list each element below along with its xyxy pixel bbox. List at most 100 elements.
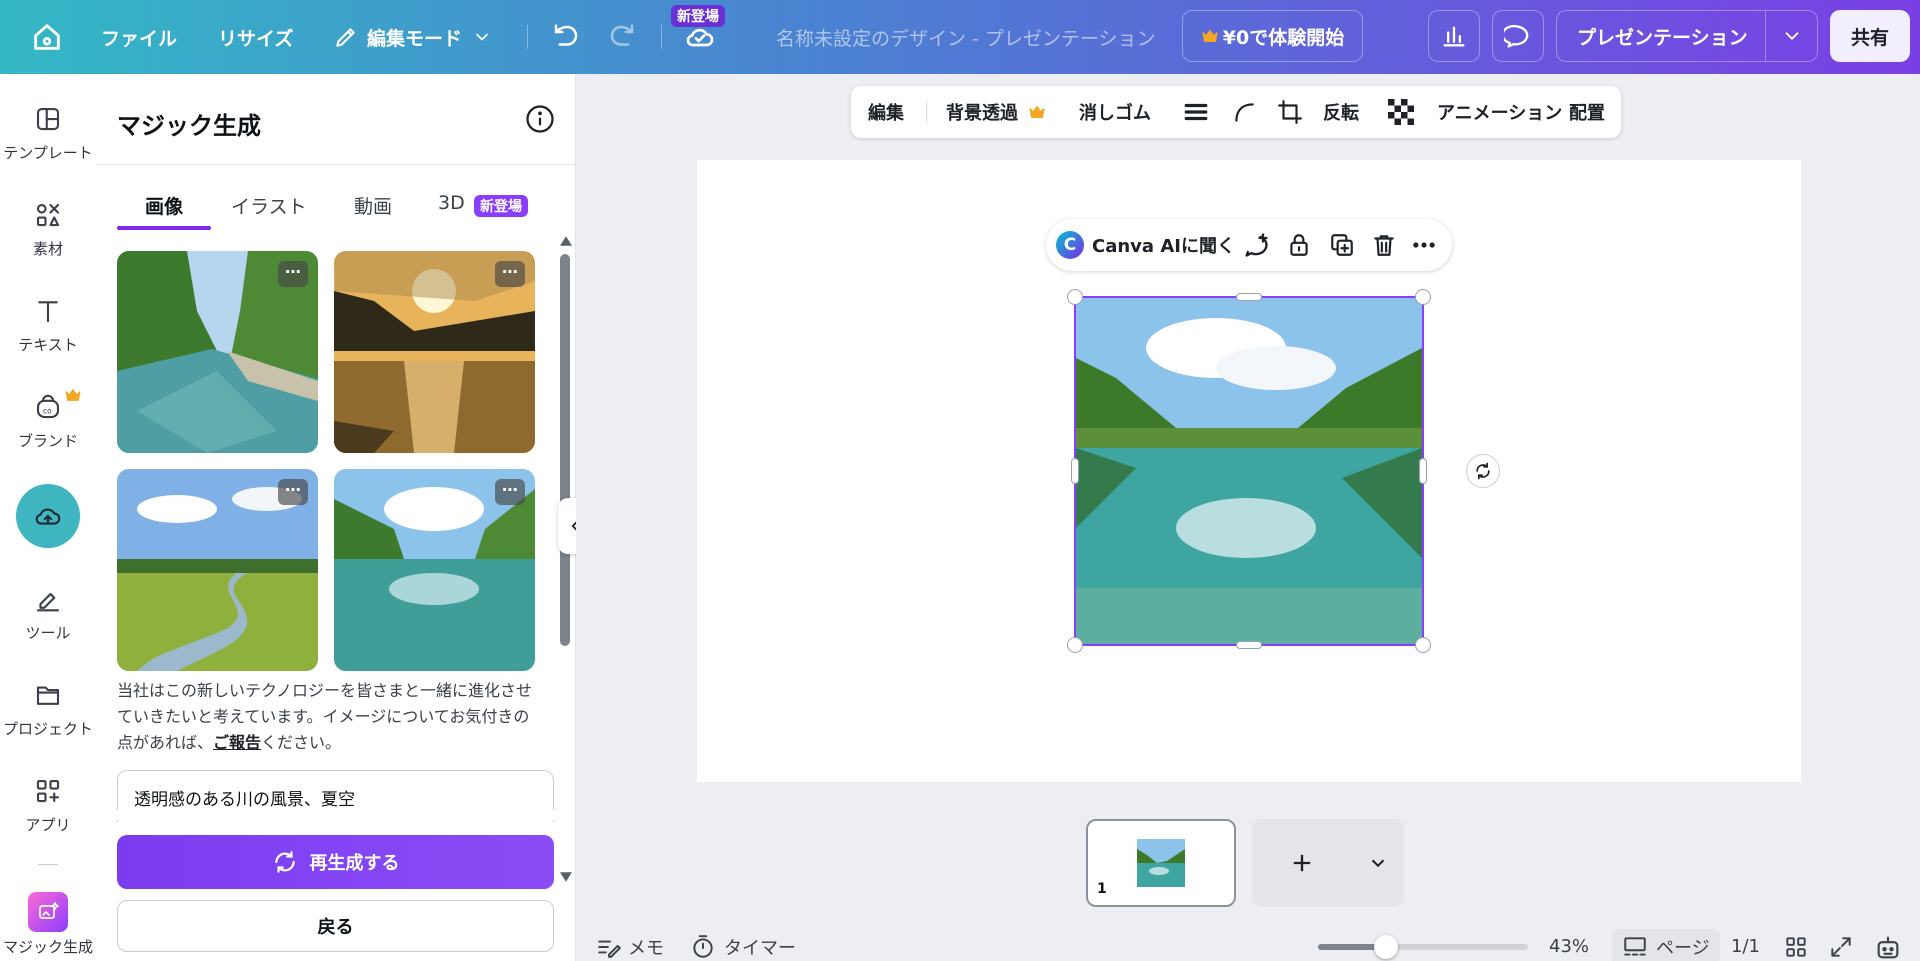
document-title[interactable]: 名称未設定のデザイン - プレゼンテーション — [776, 0, 1156, 74]
page-thumbnail[interactable]: 1 — [1086, 819, 1236, 907]
top-bar: ファイル リサイズ 編集モード 新登場 名称未設定のデザイン - プレゼンテーシ… — [0, 0, 1920, 74]
crop-button[interactable] — [1277, 86, 1303, 138]
scroll-down-icon[interactable] — [560, 872, 572, 882]
resize-handle-bl[interactable] — [1067, 637, 1083, 653]
nav-item-apps[interactable]: アプリ — [0, 776, 96, 835]
apps-icon — [36, 779, 60, 803]
lock-icon — [1290, 234, 1308, 256]
bg-remove-button[interactable]: 背景透過 — [946, 86, 1046, 138]
position-button[interactable]: 配置 — [1569, 86, 1605, 138]
share-button[interactable]: 共有 — [1830, 10, 1910, 62]
scroll-up-icon[interactable] — [560, 236, 572, 246]
folder-icon — [36, 686, 60, 705]
nav-item-magic-generate[interactable]: マジック生成 — [0, 892, 96, 957]
edit-mode-dropdown[interactable]: 編集モード — [333, 0, 492, 74]
tab-video[interactable]: 動画 — [354, 192, 392, 219]
uploads-button-bg — [16, 484, 80, 548]
pencil-icon — [336, 28, 355, 47]
nav-item-uploads[interactable] — [0, 484, 96, 548]
rotate-icon — [1476, 462, 1490, 480]
tab-illustration[interactable]: イラスト — [231, 192, 307, 219]
cloud-save-button[interactable] — [684, 0, 716, 74]
resize-handle-top[interactable] — [1236, 293, 1262, 301]
tab-3d[interactable]: 3D — [438, 192, 465, 214]
generated-image-1[interactable]: ⋯ — [117, 251, 318, 453]
redo-button[interactable] — [607, 0, 637, 74]
timer-button[interactable]: タイマー — [690, 934, 796, 960]
resize-handle-tr[interactable] — [1415, 289, 1431, 305]
trial-button[interactable]: ¥0で体験開始 — [1182, 10, 1363, 62]
add-comment-button[interactable] — [1242, 219, 1270, 271]
nav-item-tools[interactable]: ツール — [0, 584, 96, 643]
cloud-check-icon — [686, 28, 714, 47]
image-context-toolbar: 編集 背景透過 消しゴム 反転 アニメーション 配置 — [851, 86, 1621, 138]
delete-button[interactable] — [1371, 219, 1397, 271]
nav-item-templates[interactable]: テンプレート — [0, 104, 96, 163]
edit-mode-label: 編集モード — [367, 27, 463, 50]
generated-image-3[interactable]: ⋯ — [117, 469, 318, 671]
selected-image[interactable] — [1074, 296, 1424, 646]
generated-image-2[interactable]: ⋯ — [334, 251, 535, 453]
zoom-slider[interactable] — [1318, 935, 1528, 959]
brand-icon: co — [36, 394, 60, 419]
nav-item-projects[interactable]: プロジェクト — [0, 680, 96, 739]
magic-generate-panel: マジック生成 画像 イラスト 動画 3D 新登場 ⋯ ⋯ ⋯ ⋯ 当社はこの新し… — [96, 74, 576, 961]
resize-menu[interactable]: リサイズ — [218, 0, 293, 74]
canva-editor: ファイル リサイズ 編集モード 新登場 名称未設定のデザイン - プレゼンテーシ… — [0, 0, 1920, 961]
animate-button[interactable]: アニメーション — [1437, 86, 1562, 138]
report-link[interactable]: ご報告 — [213, 733, 261, 752]
more-options-button[interactable]: ⋯ — [495, 261, 525, 287]
insights-button[interactable] — [1428, 10, 1480, 62]
crown-icon — [1202, 30, 1218, 42]
edit-image-button[interactable]: 編集 — [868, 86, 904, 138]
nav-item-elements[interactable]: 素材 — [0, 200, 96, 259]
add-page-button[interactable] — [1252, 819, 1352, 907]
zoom-level[interactable]: 43% — [1549, 936, 1589, 957]
more-options-button[interactable]: ⋯ — [278, 261, 308, 287]
resize-handle-left[interactable] — [1071, 458, 1079, 484]
refresh-icon — [274, 851, 295, 873]
comments-button[interactable] — [1492, 10, 1544, 62]
scrollbar-thumb[interactable] — [560, 254, 570, 646]
regenerate-button[interactable]: 再生成する — [117, 835, 554, 889]
magic-generate-tile — [28, 892, 68, 932]
page-view-button[interactable]: ページ — [1612, 929, 1720, 961]
rotate-button[interactable] — [1466, 454, 1500, 488]
present-button[interactable]: プレゼンテーション — [1556, 10, 1818, 62]
more-options-button[interactable]: ⋯ — [495, 479, 525, 505]
eraser-button[interactable]: 消しゴム — [1079, 86, 1151, 138]
flip-button[interactable]: 反転 — [1323, 86, 1359, 138]
ask-canva-ai-button[interactable]: C Canva AIに聞く — [1056, 219, 1235, 271]
resize-handle-bottom[interactable] — [1236, 641, 1262, 649]
add-page-options-button[interactable] — [1352, 819, 1404, 907]
nav-item-brand[interactable]: co ブランド — [0, 389, 96, 451]
template-icon — [36, 107, 60, 131]
grid-view-button[interactable] — [1783, 934, 1809, 960]
lock-button[interactable] — [1286, 219, 1312, 271]
notes-button[interactable]: メモ — [596, 934, 664, 960]
more-actions-button[interactable] — [1410, 219, 1438, 271]
fullscreen-button[interactable] — [1828, 934, 1854, 960]
undo-button[interactable] — [551, 0, 581, 74]
nav-item-text[interactable]: テキスト — [0, 296, 96, 355]
resize-handle-br[interactable] — [1415, 637, 1431, 653]
timer-label: タイマー — [724, 938, 796, 959]
more-options-button[interactable]: ⋯ — [278, 479, 308, 505]
home-button[interactable] — [30, 0, 64, 74]
back-button[interactable]: 戻る — [117, 900, 554, 952]
zoom-slider-knob[interactable] — [1374, 935, 1398, 959]
ask-ai-label: Canva AIに聞く — [1092, 236, 1235, 257]
assistant-button[interactable] — [1874, 934, 1902, 961]
info-icon[interactable] — [525, 104, 555, 134]
duplicate-button[interactable] — [1329, 219, 1355, 271]
resize-handle-tl[interactable] — [1067, 289, 1083, 305]
panel-title: マジック生成 — [117, 112, 261, 140]
border-style-button[interactable] — [1183, 86, 1209, 138]
resize-handle-right[interactable] — [1419, 458, 1427, 484]
tab-image[interactable]: 画像 — [145, 192, 183, 219]
generated-image-4[interactable]: ⋯ — [334, 469, 535, 671]
chevron-down-icon[interactable] — [1781, 25, 1803, 47]
transparency-button[interactable] — [1388, 86, 1414, 138]
corner-rounding-button[interactable] — [1231, 86, 1257, 138]
file-menu[interactable]: ファイル — [101, 0, 177, 74]
